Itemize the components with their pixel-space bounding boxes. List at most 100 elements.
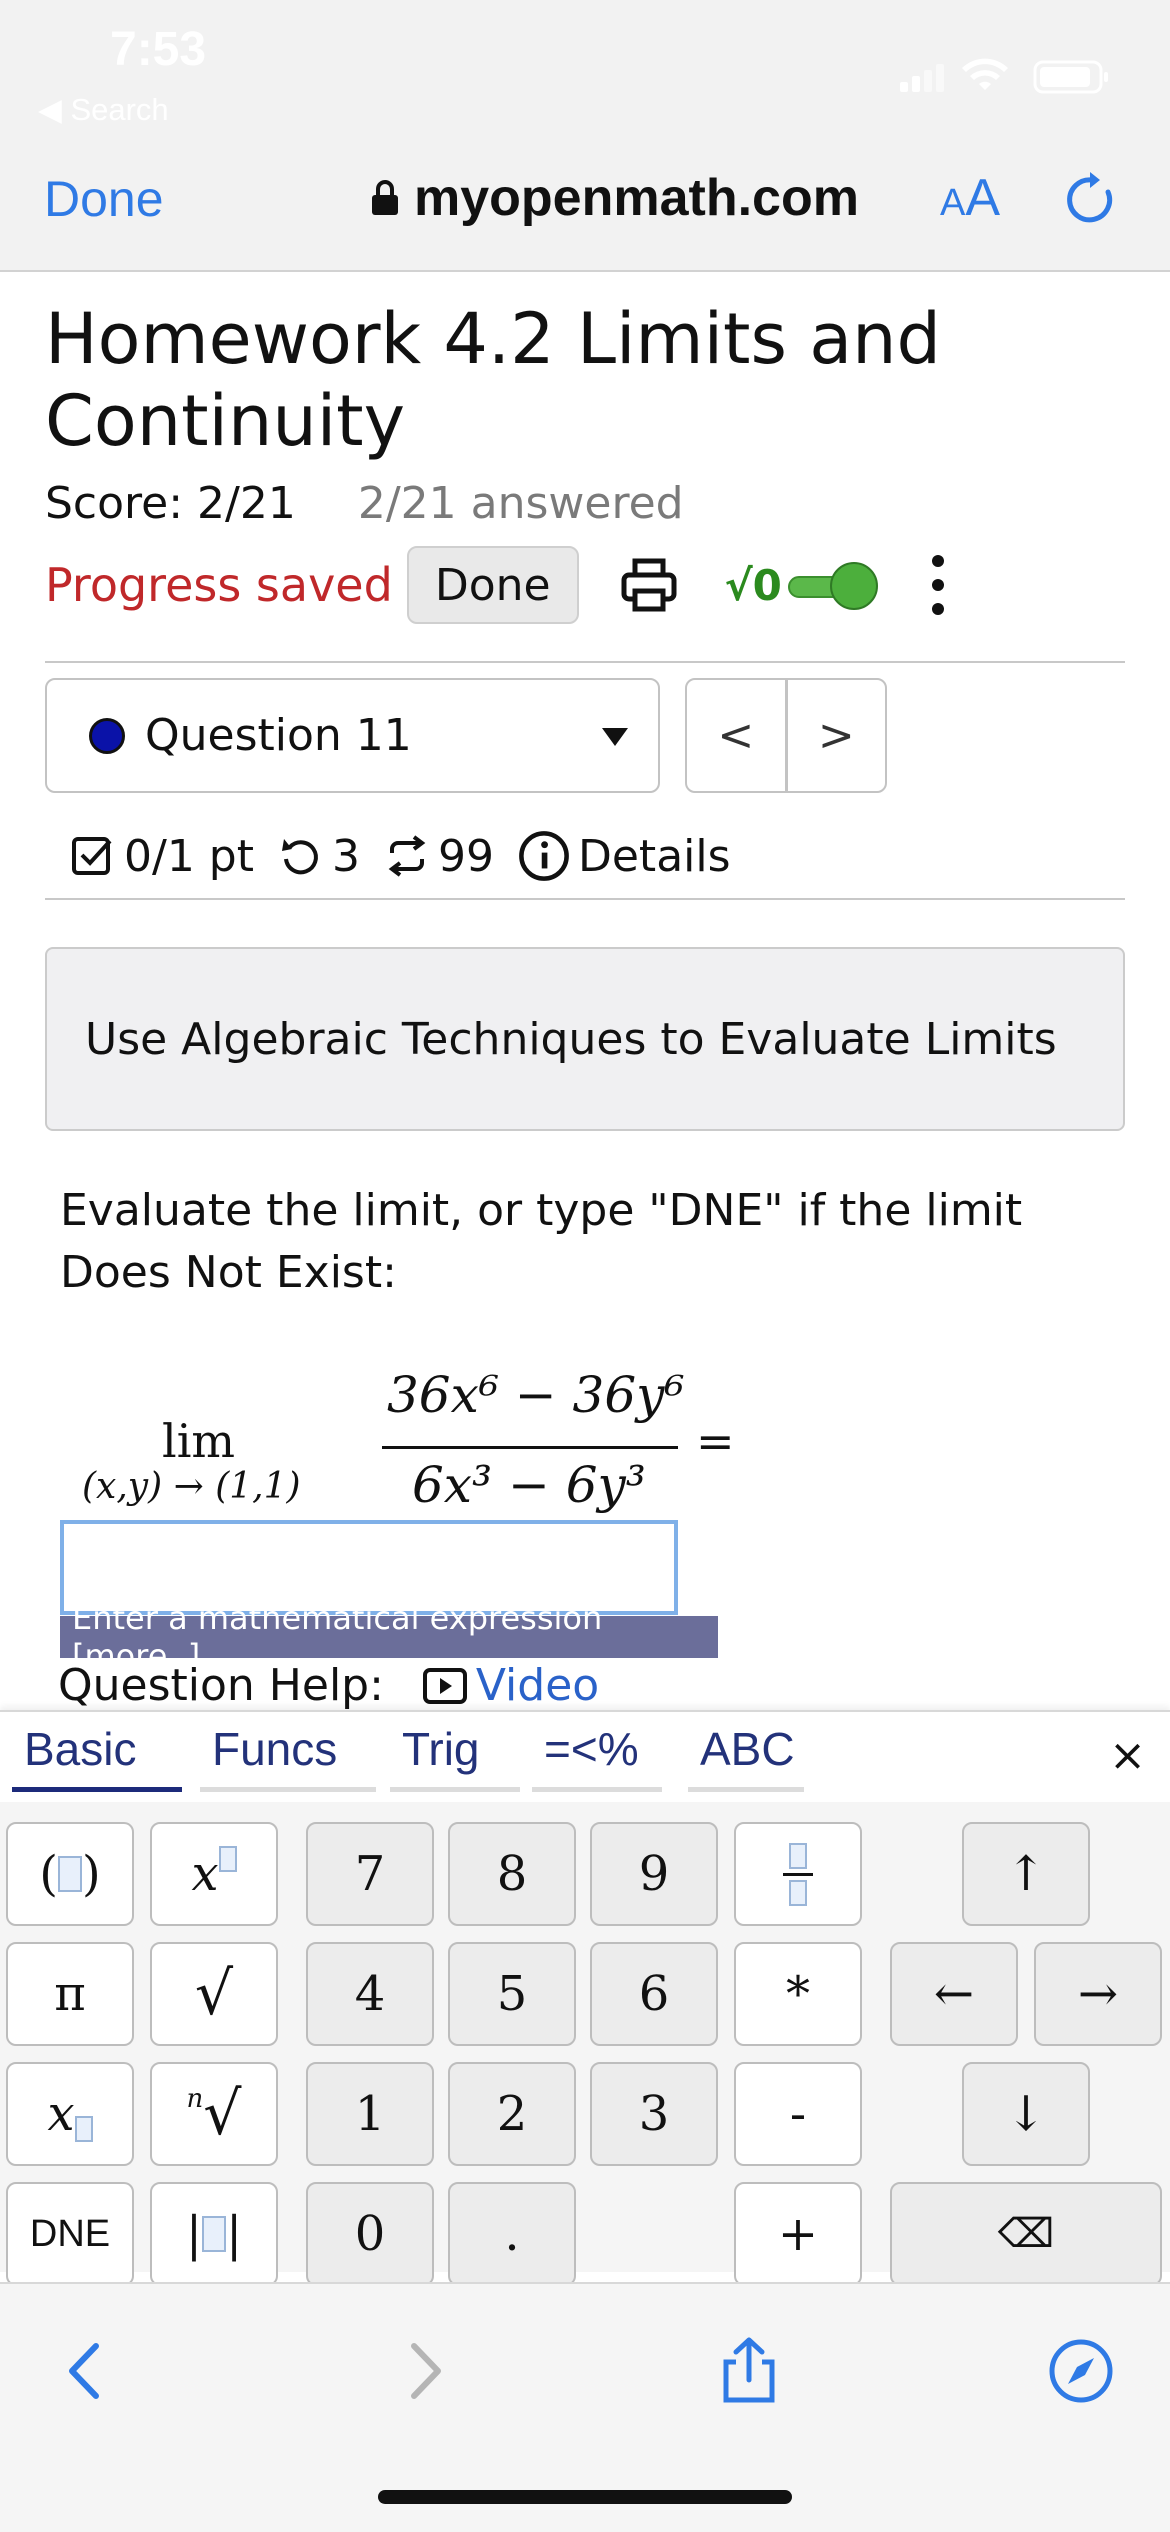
key-minus[interactable]: - (734, 2062, 862, 2166)
key-nth-root[interactable]: n √ (150, 2062, 278, 2166)
key-backspace[interactable]: ⌫ (890, 2182, 1162, 2286)
question-status-dot (89, 717, 125, 754)
status-icons (900, 58, 1108, 94)
home-indicator (378, 2490, 792, 2504)
lock-icon (372, 180, 398, 215)
status-time: 7:53 (110, 23, 207, 76)
lim-subscript: (x,y) → (1,1) (82, 1466, 301, 1507)
divider (45, 898, 1125, 900)
lim-operator: lim (162, 1414, 236, 1468)
attempts-item: 99 (384, 831, 494, 882)
tab-trig-label: Trig (402, 1723, 480, 1775)
key-plus[interactable]: + (734, 2182, 862, 2286)
prev-question-button[interactable]: < (687, 680, 788, 791)
video-link[interactable]: Video (422, 1660, 599, 1711)
key-9[interactable]: 9 (590, 1822, 718, 1926)
key-pi[interactable]: π (6, 1942, 134, 2046)
progress-row: Progress saved Done √0 (45, 545, 948, 625)
key-1[interactable]: 1 (306, 2062, 434, 2166)
key-7[interactable]: 7 (306, 1822, 434, 1926)
limit-expression: lim (x,y) → (1,1) 36x⁶ − 36y⁶ 6x³ − 6y³ … (82, 1366, 742, 1516)
score-row: Score: 2/21 2/21 answered (45, 478, 684, 529)
retries-text: 3 (331, 830, 360, 882)
retry-icon (281, 839, 318, 875)
details-link[interactable]: Details (518, 830, 731, 882)
key-sqrt[interactable]: √ (150, 1942, 278, 2046)
key-decimal[interactable]: . (448, 2182, 576, 2286)
key-arrow-up[interactable]: ↑ (962, 1822, 1090, 1926)
tab-basic[interactable]: Basic (12, 1722, 182, 1792)
more-options-icon[interactable] (928, 555, 948, 615)
key-power[interactable]: x (150, 1822, 278, 1926)
video-icon (422, 1667, 467, 1704)
question-meta: 0/1 pt 3 99 Details (70, 822, 755, 890)
chevron-down-icon (602, 728, 628, 746)
checkbox-icon (72, 837, 112, 875)
forward-arrow-icon[interactable] (388, 2336, 458, 2406)
tab-relations[interactable]: =<% (532, 1722, 662, 1792)
info-icon (519, 831, 569, 881)
tab-relations-label: =<% (544, 1723, 639, 1775)
tab-basic-label: Basic (24, 1723, 137, 1775)
address-domain: myopenmath.com (414, 169, 859, 227)
key-subscript[interactable]: x (6, 2062, 134, 2166)
next-question-button[interactable]: > (788, 680, 886, 791)
question-help-label: Question Help: (58, 1660, 384, 1711)
key-5[interactable]: 5 (448, 1942, 576, 2046)
question-select-label: Question 11 (145, 710, 412, 761)
status-back-to-search[interactable]: ◀ Search (38, 92, 169, 128)
compass-icon[interactable] (1046, 2336, 1116, 2406)
page-title: Homework 4.2 Limits and Continuity (45, 298, 941, 462)
score-text: Score: 2/21 (45, 478, 296, 529)
key-dne[interactable]: DNE (6, 2182, 134, 2286)
question-nav: < > (685, 678, 887, 793)
keyboard-close-button[interactable]: × (1109, 1730, 1146, 1781)
question-banner: Use Algebraic Techniques to Evaluate Lim… (45, 947, 1125, 1131)
key-fraction[interactable] (734, 1822, 862, 1926)
reload-icon[interactable] (1062, 170, 1122, 230)
tab-abc[interactable]: ABC (688, 1722, 804, 1792)
tab-trig[interactable]: Trig (390, 1722, 520, 1792)
key-absolute-value[interactable]: | | (150, 2182, 278, 2286)
key-0[interactable]: 0 (306, 2182, 434, 2286)
text-size-button[interactable]: AA (940, 168, 1000, 228)
progress-saved-text: Progress saved (45, 558, 393, 612)
share-icon[interactable] (714, 2336, 784, 2406)
points-item: 0/1 pt (70, 831, 254, 882)
fraction-bar (382, 1446, 678, 1449)
address-bar[interactable]: myopenmath.com (370, 168, 859, 228)
question-select[interactable]: Question 11 (45, 678, 660, 793)
equals-sign: = (696, 1414, 735, 1468)
question-prompt: Evaluate the limit, or type "DNE" if the… (60, 1185, 1023, 1298)
attempts-icon (388, 835, 426, 877)
tab-abc-label: ABC (700, 1723, 795, 1775)
tab-funcs[interactable]: Funcs (200, 1722, 376, 1792)
fraction-numerator: 36x⁶ − 36y⁶ (387, 1366, 685, 1424)
key-2[interactable]: 2 (448, 2062, 576, 2166)
key-arrow-right[interactable]: → (1034, 1942, 1162, 2046)
question-help: Question Help: Video (58, 1660, 599, 1711)
key-multiply[interactable]: * (734, 1942, 862, 2046)
key-8[interactable]: 8 (448, 1822, 576, 1926)
key-4[interactable]: 4 (306, 1942, 434, 2046)
done-button[interactable]: Done (406, 546, 579, 624)
key-parentheses[interactable]: () (6, 1822, 134, 1926)
key-arrow-down[interactable]: ↓ (962, 2062, 1090, 2166)
divider (45, 661, 1125, 663)
text-size-large: A (965, 169, 1001, 227)
print-icon[interactable] (619, 555, 679, 615)
keyboard-tabs: Basic Funcs Trig =<% ABC × (0, 1712, 1170, 1794)
video-link-label: Video (475, 1660, 600, 1711)
back-arrow-icon[interactable] (52, 2336, 122, 2406)
input-hint[interactable]: Enter a mathematical expression [more..] (60, 1599, 718, 1675)
keyboard-keys: () x 7 8 9 ↑ π √ 4 5 6 * ← → x n √ 1 2 3 … (0, 1802, 1170, 2286)
details-text: Details (577, 830, 731, 882)
key-arrow-left[interactable]: ← (890, 1942, 1018, 2046)
key-6[interactable]: 6 (590, 1942, 718, 2046)
math-display-toggle[interactable]: √0 (725, 561, 880, 610)
answered-count: 2/21 answered (357, 478, 684, 529)
fraction-denominator: 6x³ − 6y³ (412, 1456, 646, 1514)
toggle-switch[interactable] (787, 562, 880, 610)
browser-done-button[interactable]: Done (44, 170, 164, 228)
key-3[interactable]: 3 (590, 2062, 718, 2166)
